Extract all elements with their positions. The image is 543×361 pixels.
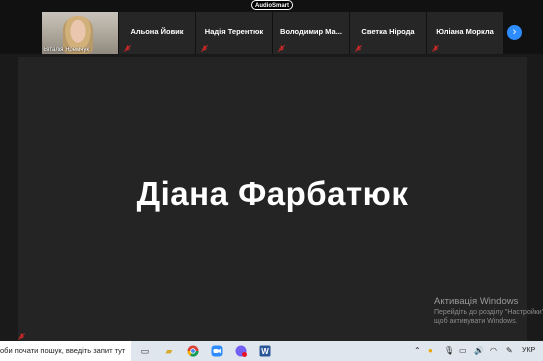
muted-mic-icon xyxy=(18,333,25,340)
windows-activation-title: Активація Windows xyxy=(434,296,519,307)
taskbar-search-input[interactable]: оби почати пошук, введіть запит тут xyxy=(0,341,131,361)
next-page-button[interactable]: › xyxy=(507,25,522,40)
participant-tile[interactable]: Надія Терентюк xyxy=(196,12,272,54)
active-speaker-name: Діана Фарбатюк xyxy=(136,175,409,212)
svg-text:W: W xyxy=(261,347,269,356)
windows-taskbar: оби почати пошук, введіть запит тут ▭ ▰ … xyxy=(0,341,543,361)
zoom-top-bar: AudioSmart xyxy=(0,0,543,12)
microphone-icon[interactable]: 🎙 xyxy=(444,345,454,357)
muted-mic-icon xyxy=(124,45,131,52)
participant-tile[interactable]: Альона Йовик xyxy=(119,12,195,54)
tray-app-icon[interactable]: ● xyxy=(428,345,433,357)
file-explorer-icon[interactable]: ▰ xyxy=(163,345,175,357)
participant-name: Юліана Моркла xyxy=(436,27,494,36)
windows-activation-subtitle: Перейдіть до розділу "Настройки", щоб ак… xyxy=(434,309,543,325)
muted-mic-icon xyxy=(201,45,208,52)
volume-icon[interactable]: 🔊 xyxy=(474,345,484,357)
pen-icon[interactable]: ✎ xyxy=(506,345,513,357)
network-icon[interactable]: ▭ xyxy=(459,345,467,357)
zoom-icon[interactable] xyxy=(211,345,223,357)
task-view-icon[interactable]: ▭ xyxy=(139,345,151,357)
word-icon[interactable]: W xyxy=(259,345,271,357)
tray-overflow-icon[interactable]: ⌃ xyxy=(414,345,421,357)
participant-tile-video[interactable]: Віталія Яремчук xyxy=(42,12,118,54)
muted-mic-icon xyxy=(278,45,285,52)
participant-name: Светка Нірода xyxy=(361,27,415,36)
viber-icon[interactable] xyxy=(235,345,247,357)
muted-mic-icon xyxy=(432,45,439,52)
participant-name: Віталія Яремчук xyxy=(44,47,89,53)
muted-mic-icon xyxy=(355,45,362,52)
audiosmart-badge[interactable]: AudioSmart xyxy=(251,0,293,10)
participant-tile[interactable]: Светка Нірода xyxy=(350,12,426,54)
chrome-icon[interactable] xyxy=(187,345,199,357)
wifi-icon[interactable]: ◠ xyxy=(490,345,497,357)
participant-tile[interactable]: Володимир Ма... xyxy=(273,12,349,54)
language-indicator[interactable]: УКР xyxy=(522,345,535,357)
participant-tile[interactable]: Юліана Моркла xyxy=(427,12,503,54)
participant-name: Надія Терентюк xyxy=(204,27,264,36)
participant-name: Володимир Ма... xyxy=(280,27,342,36)
participant-name: Альона Йовик xyxy=(130,27,184,36)
